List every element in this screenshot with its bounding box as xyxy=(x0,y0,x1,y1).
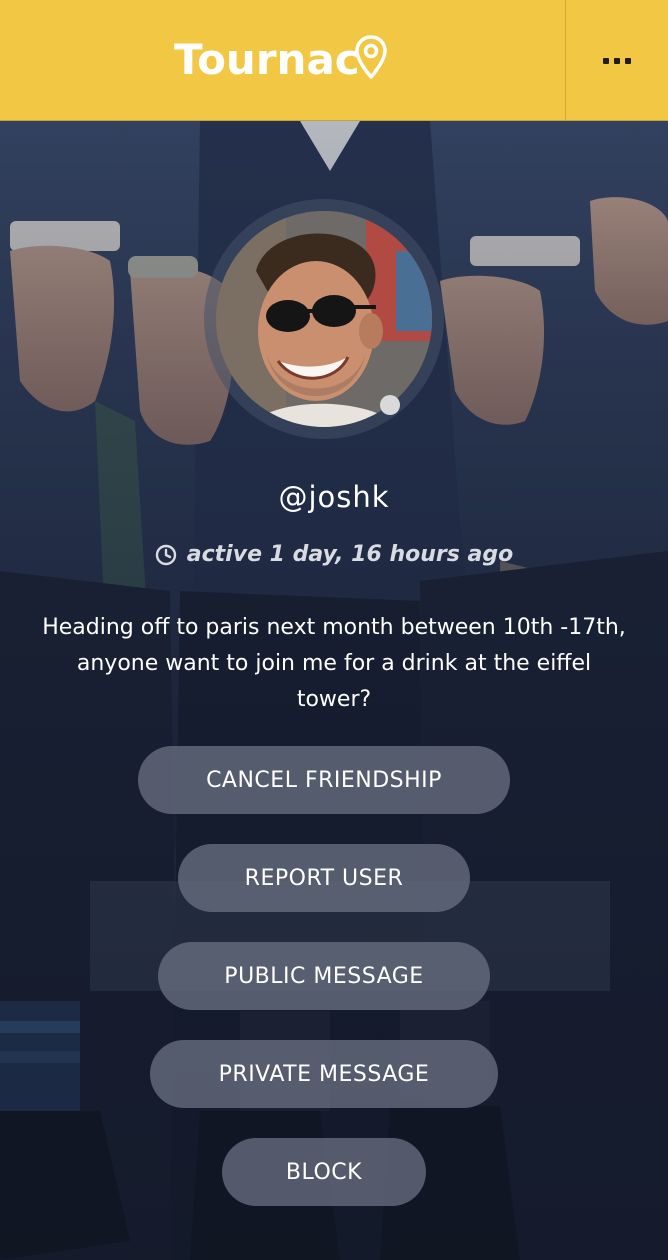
private-message-button[interactable]: PRIVATE MESSAGE xyxy=(150,1040,498,1108)
avatar-illustration xyxy=(216,211,432,427)
cancel-friendship-button[interactable]: CANCEL FRIENDSHIP xyxy=(138,746,510,814)
block-button[interactable]: BLOCK xyxy=(222,1138,426,1206)
online-status-indicator xyxy=(380,395,400,415)
avatar-ring xyxy=(204,199,444,439)
clock-icon xyxy=(155,544,176,565)
profile-username: @joshk xyxy=(278,480,390,514)
public-message-button[interactable]: PUBLIC MESSAGE xyxy=(158,942,490,1010)
last-active-text: active 1 day, 16 hours ago xyxy=(186,542,514,567)
more-dots-icon xyxy=(603,57,631,64)
app-header: Tournac xyxy=(0,0,668,121)
report-user-button[interactable]: REPORT USER xyxy=(178,844,470,912)
last-active-row: active 1 day, 16 hours ago xyxy=(0,542,668,567)
app-logo[interactable]: Tournac xyxy=(174,34,388,86)
avatar[interactable] xyxy=(216,211,432,427)
more-menu-button[interactable] xyxy=(566,0,668,121)
profile-bio: Heading off to paris next month between … xyxy=(42,615,626,712)
logo-text: Tournac xyxy=(174,35,360,84)
